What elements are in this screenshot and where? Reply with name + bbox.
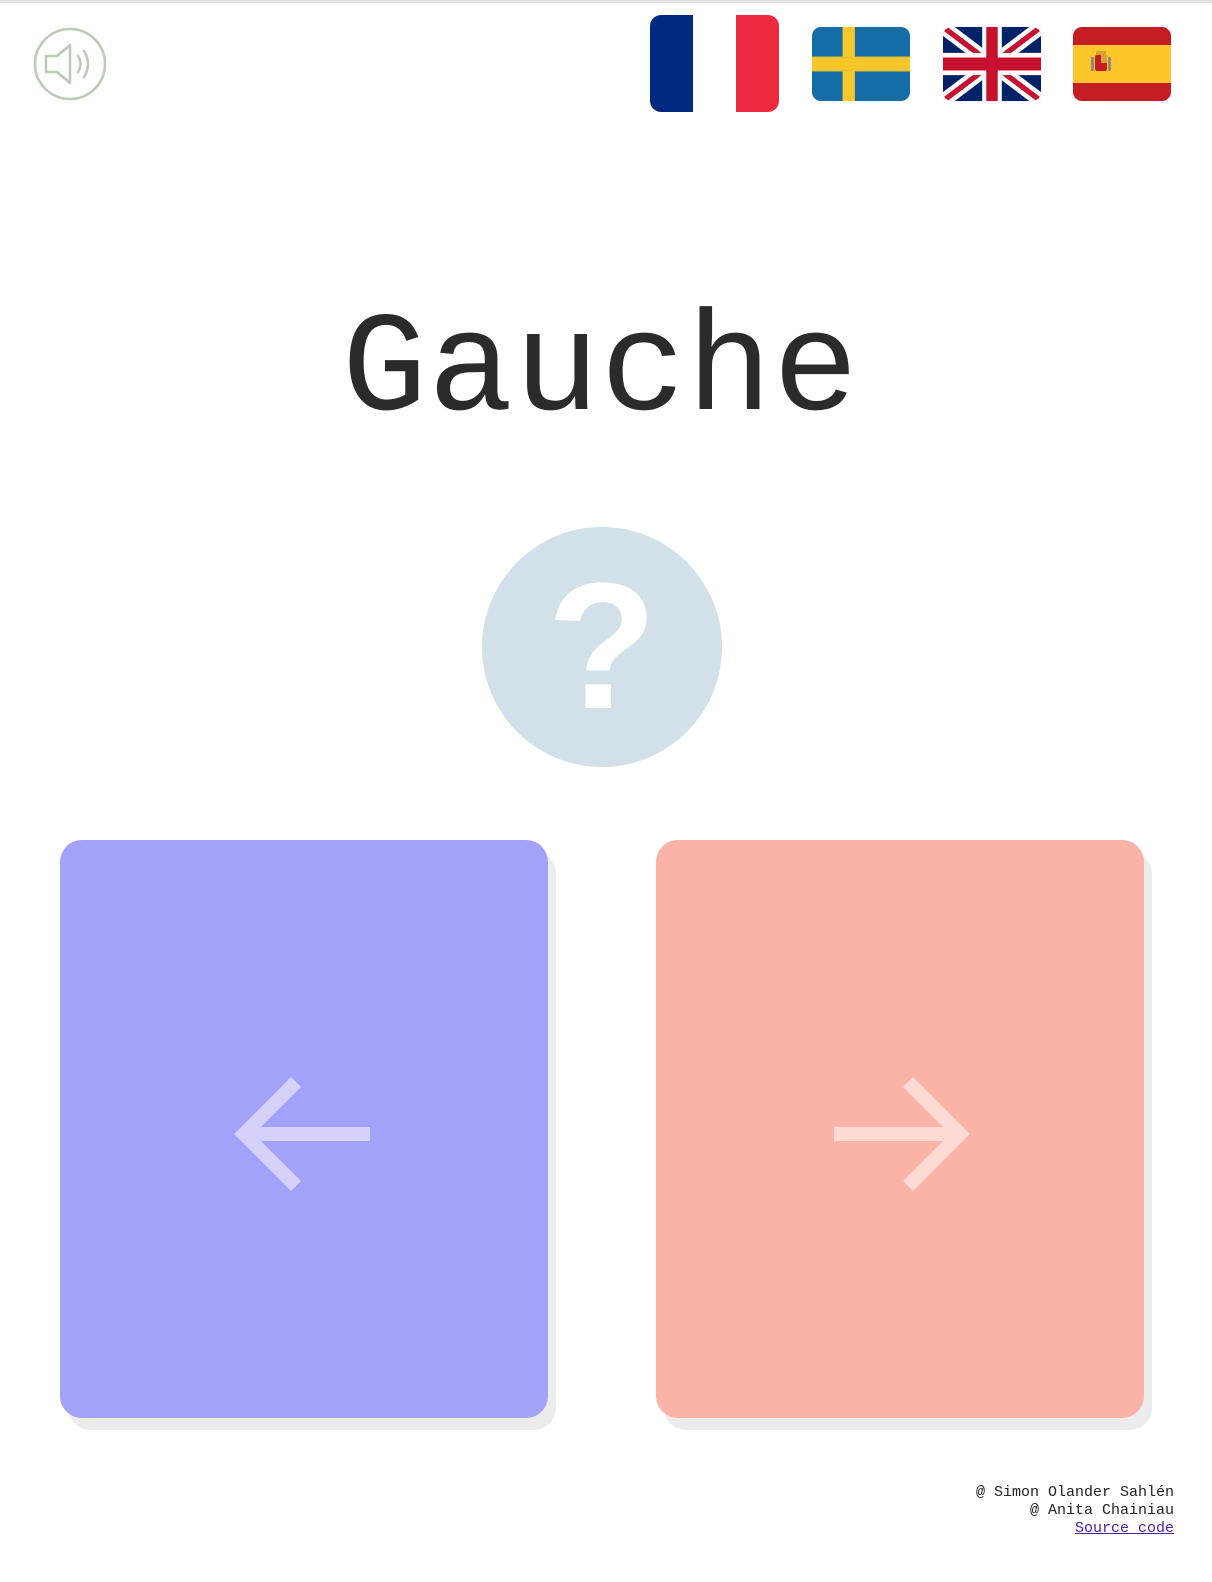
answer-left-button[interactable] (60, 840, 556, 1430)
sweden-flag-icon (812, 27, 910, 101)
language-swedish-button[interactable] (812, 27, 910, 101)
hint-button[interactable]: ? (482, 527, 722, 767)
quiz-word: Gauche (341, 291, 860, 452)
arrow-right-icon (834, 1077, 970, 1191)
sound-toggle-button[interactable] (33, 27, 107, 101)
credit-author-2: @ Anita Chainiau (1029, 1502, 1174, 1519)
credit-author-1: @ Simon Olander Sahlén (975, 1484, 1174, 1501)
language-english-button[interactable] (943, 27, 1041, 101)
answer-right-button[interactable] (656, 840, 1152, 1430)
question-mark-icon: ? (547, 546, 657, 747)
france-flag-icon (650, 15, 779, 112)
language-french-button[interactable] (650, 15, 779, 112)
speaker-icon (33, 27, 107, 101)
top-border (0, 0, 1212, 3)
arrow-left-icon (234, 1077, 370, 1191)
source-code-link[interactable]: Source code (1075, 1520, 1174, 1537)
spain-flag-icon (1073, 27, 1171, 101)
uk-flag-icon (943, 27, 1041, 101)
language-spanish-button[interactable] (1073, 27, 1171, 101)
credits: @ Simon Olander Sahlén @ Anita Chainiau … (976, 1484, 1174, 1538)
